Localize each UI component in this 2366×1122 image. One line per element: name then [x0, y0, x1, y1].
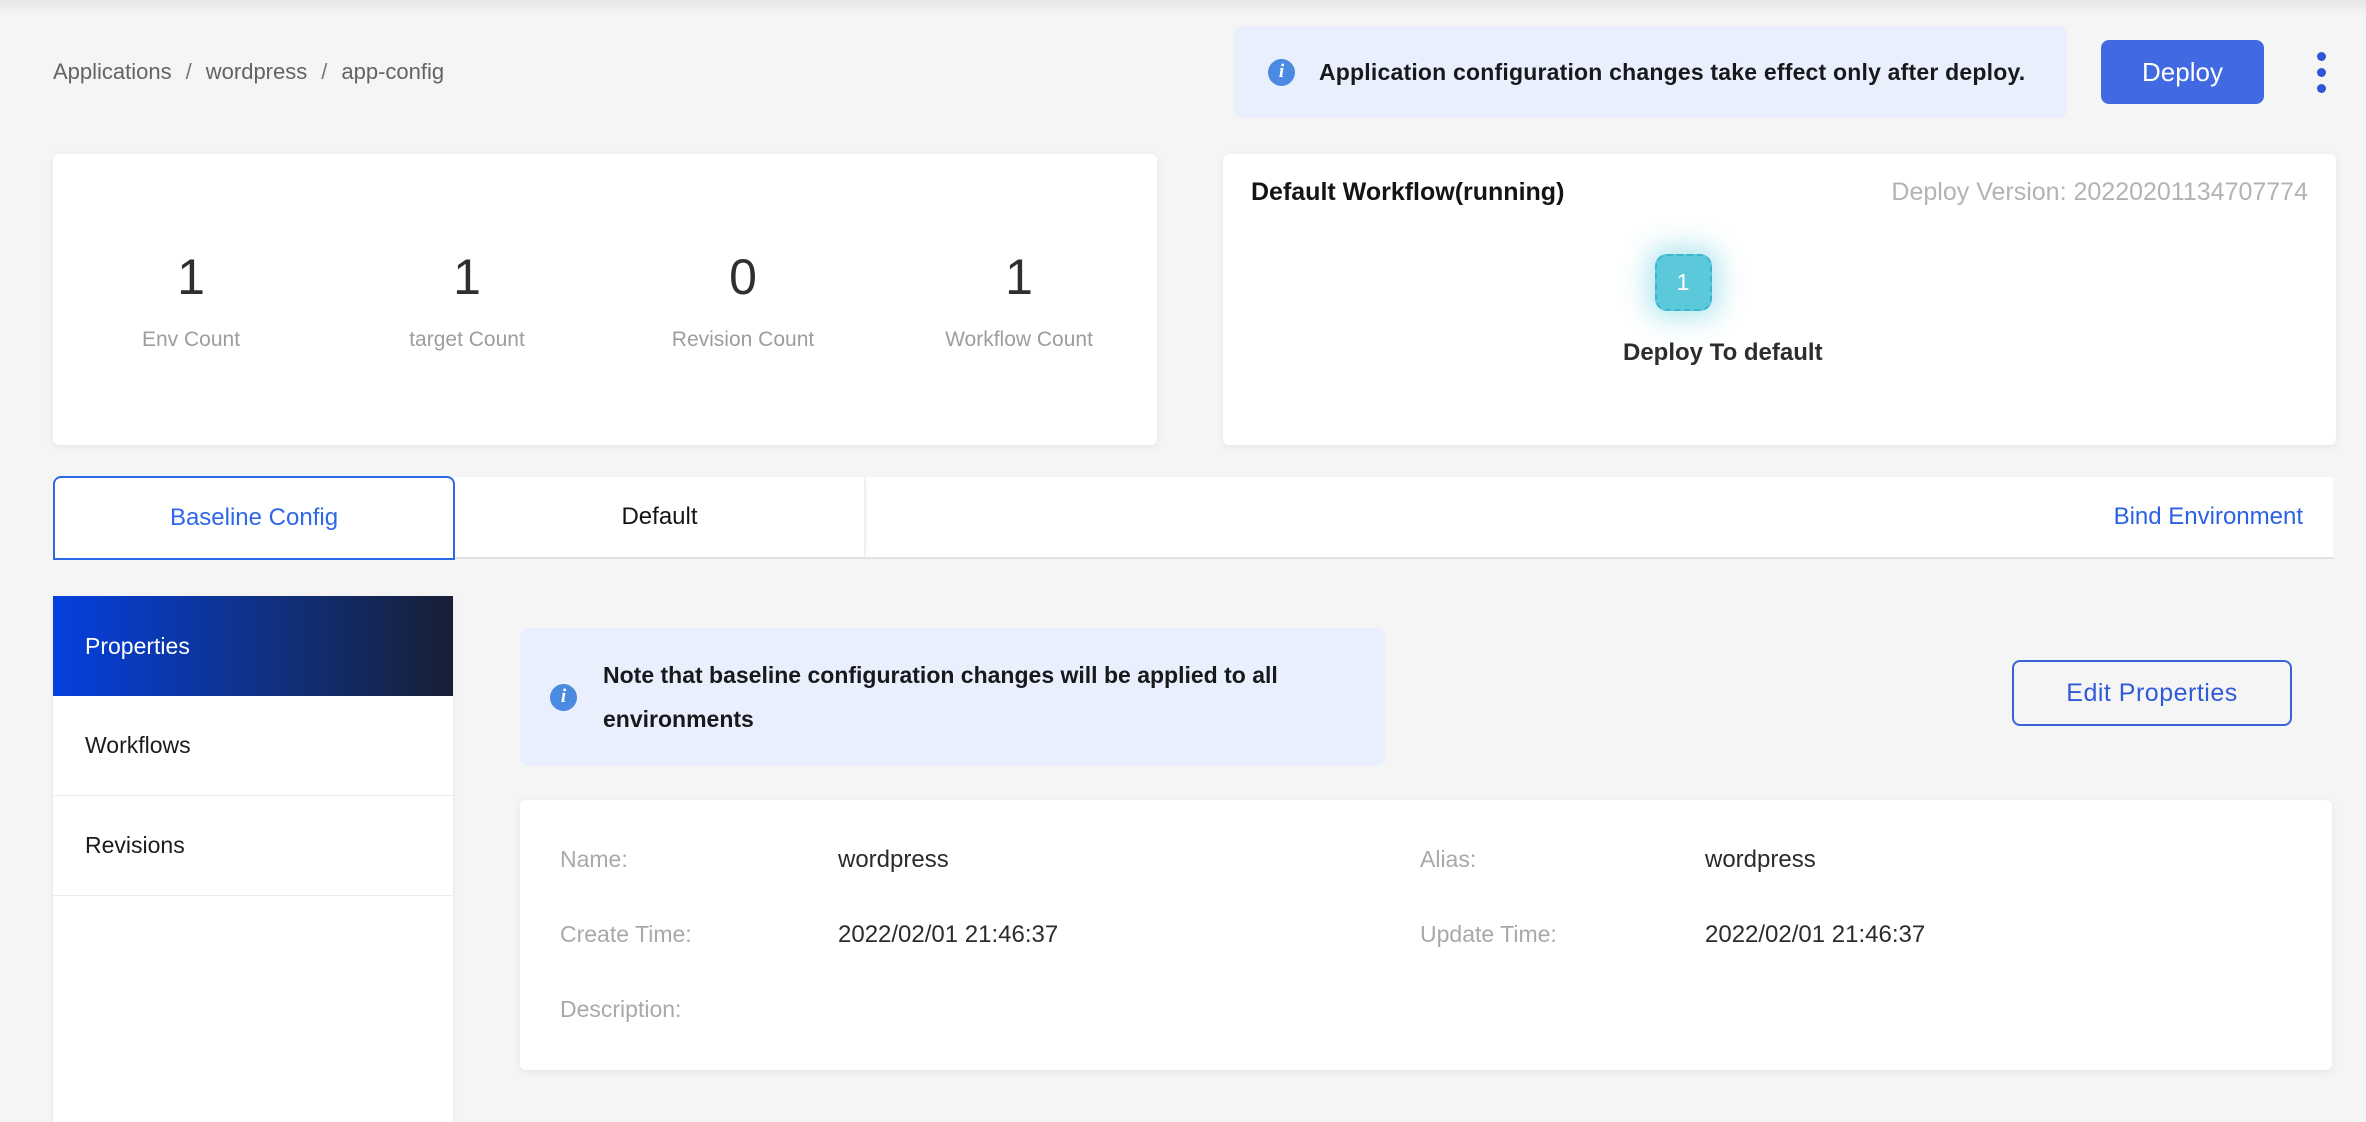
breadcrumb: Applications / wordpress / app-config: [53, 59, 444, 85]
edit-properties-button[interactable]: Edit Properties: [2012, 660, 2292, 726]
config-sidebar: Properties Workflows Revisions: [53, 596, 453, 1122]
stat-label: Revision Count: [671, 327, 815, 351]
tab-baseline-config[interactable]: Baseline Config: [53, 476, 455, 560]
deploy-version-value: 20220201134707774: [2073, 178, 2308, 206]
stat-value: 1: [453, 248, 481, 305]
workflow-card-header: Default Workflow(running) Deploy Version…: [1251, 178, 2308, 207]
prop-alias-label: Alias:: [1420, 846, 1477, 872]
kebab-menu-icon[interactable]: [2306, 40, 2336, 104]
prop-create-time-label: Create Time:: [560, 921, 692, 947]
stat-label: Env Count: [141, 327, 241, 351]
stat-revision-count: 0 Revision Count: [605, 248, 881, 352]
stat-env-count: 1 Env Count: [53, 248, 329, 352]
breadcrumb-separator: /: [185, 59, 192, 84]
prop-create-time-value: 2022/02/01 21:46:37: [838, 921, 1059, 948]
sidebar-item-revisions[interactable]: Revisions: [53, 796, 453, 896]
stat-value: 0: [729, 248, 757, 305]
prop-name-label: Name:: [560, 846, 628, 872]
workflow-node: 1 Deploy To default: [1623, 254, 1823, 367]
deploy-button[interactable]: Deploy: [2101, 40, 2264, 104]
breadcrumb-applications[interactable]: Applications: [53, 59, 172, 85]
sidebar-item-properties[interactable]: Properties: [53, 596, 453, 696]
baseline-note-banner: i Note that baseline configuration chang…: [520, 628, 1385, 766]
stat-target-count: 1 target Count: [329, 248, 605, 352]
stat-label: Workflow Count: [945, 327, 1093, 351]
sidebar-item-workflows[interactable]: Workflows: [53, 696, 453, 796]
main-content: i Note that baseline configuration chang…: [520, 596, 2332, 1070]
stat-value: 1: [177, 248, 205, 305]
tab-default[interactable]: Default: [455, 477, 865, 557]
info-icon: i: [550, 683, 577, 711]
summary-cards-row: 1 Env Count 1 target Count 0 Revision Co…: [53, 154, 2336, 445]
stat-workflow-count: 1 Workflow Count: [881, 248, 1157, 352]
stat-label: target Count: [409, 327, 525, 351]
workflow-card: Default Workflow(running) Deploy Version…: [1223, 154, 2336, 445]
prop-update-time-label: Update Time:: [1420, 921, 1557, 947]
deploy-version: Deploy Version: 20220201134707774: [1891, 178, 2308, 207]
stats-card: 1 Env Count 1 target Count 0 Revision Co…: [53, 154, 1157, 445]
breadcrumb-wordpress[interactable]: wordpress: [206, 59, 307, 85]
note-row: i Note that baseline configuration chang…: [520, 628, 2332, 766]
deploy-alert-banner: i Application configuration changes take…: [1234, 26, 2067, 118]
stat-value: 1: [1005, 248, 1033, 305]
header-row: Applications / wordpress / app-config i …: [53, 26, 2336, 118]
prop-update-time-value: 2022/02/01 21:46:37: [1705, 921, 1926, 948]
prop-description-value: [838, 996, 2292, 1023]
deploy-alert-text: Application configuration changes take e…: [1319, 58, 2026, 85]
prop-alias-value: wordpress: [1705, 846, 1816, 873]
workflow-step-caption: Deploy To default: [1623, 339, 1823, 366]
properties-card: Name: wordpress Alias: wordpress Create …: [520, 800, 2332, 1070]
bind-environment-link[interactable]: Bind Environment: [2114, 477, 2333, 557]
workflow-step-node[interactable]: 1: [1654, 254, 1712, 311]
config-tabbar: Baseline Config Default Bind Environment: [53, 476, 2333, 560]
info-icon: i: [1268, 58, 1295, 86]
deploy-version-label: Deploy Version:: [1891, 178, 2067, 206]
breadcrumb-app-config: app-config: [341, 59, 445, 84]
workflow-title: Default Workflow(running): [1251, 178, 1565, 206]
prop-description-label: Description:: [560, 996, 682, 1022]
breadcrumb-separator: /: [321, 59, 328, 84]
prop-name-value: wordpress: [838, 846, 949, 873]
baseline-note-text: Note that baseline configuration changes…: [603, 662, 1278, 732]
